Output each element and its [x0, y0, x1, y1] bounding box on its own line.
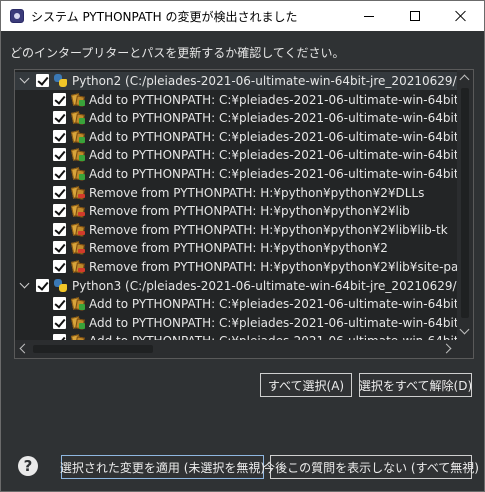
checkbox[interactable] [36, 278, 49, 292]
path-change-row[interactable]: Add to PYTHONPATH: C:¥pleiades-2021-06-u… [15, 109, 457, 127]
row-label: Python2 (C:/pleiades-2021-06-ultimate-wi… [72, 74, 457, 88]
row-label: Add to PYTHONPATH: C:¥pleiades-2021-06-u… [89, 167, 457, 181]
row-label: Python3 (C:/pleiades-2021-06-ultimate-wi… [72, 278, 457, 293]
library-add-icon [70, 167, 85, 181]
minimize-button[interactable] [346, 1, 392, 31]
library-add-icon [70, 92, 85, 107]
row-label: Remove from PYTHONPATH: H:¥python¥python… [89, 241, 388, 256]
row-label: Remove from PYTHONPATH: H:¥python¥python… [89, 260, 457, 274]
checkbox[interactable] [53, 260, 66, 273]
row-label: Add to PYTHONPATH: C:¥pleiades-2021-06-u… [89, 92, 457, 107]
checkbox[interactable] [36, 74, 49, 87]
chevron-down-icon[interactable] [19, 73, 30, 84]
library-remove-icon [70, 223, 85, 237]
vertical-scroll-thumb[interactable] [461, 88, 469, 318]
path-change-row[interactable]: Add to PYTHONPATH: C:¥pleiades-2021-06-u… [15, 146, 457, 164]
path-change-row[interactable]: Add to PYTHONPATH: C:¥pleiades-2021-06-u… [15, 332, 457, 340]
maximize-icon [410, 11, 420, 21]
checkbox[interactable] [53, 167, 66, 180]
row-label: Remove from PYTHONPATH: H:¥python¥python… [89, 185, 425, 200]
checkbox[interactable] [53, 185, 66, 199]
row-label: Add to PYTHONPATH: C:¥pleiades-2021-06-u… [89, 315, 457, 330]
row-label: Add to PYTHONPATH: C:¥pleiades-2021-06-u… [89, 148, 457, 163]
prompt-message: どのインタープリターとパスを更新するか確認してください。 [10, 46, 345, 60]
interpreter-row[interactable]: Python2 (C:/pleiades-2021-06-ultimate-wi… [15, 72, 457, 90]
library-add-icon [70, 130, 85, 144]
close-icon [455, 10, 467, 22]
dont-ask-again-button[interactable]: 今後この質問を表示しない (すべて無視) [263, 455, 479, 479]
path-change-row[interactable]: Remove from PYTHONPATH: H:¥python¥python… [15, 258, 457, 276]
horizontal-scroll-thumb[interactable] [33, 345, 153, 353]
library-remove-icon [70, 260, 85, 274]
library-remove-icon [70, 185, 85, 200]
interpreter-row[interactable]: Python3 (C:/pleiades-2021-06-ultimate-wi… [15, 277, 457, 295]
library-add-icon [70, 111, 85, 125]
maximize-button[interactable] [392, 1, 438, 31]
python-icon [54, 278, 68, 293]
library-add-icon [70, 297, 85, 311]
python-icon [54, 74, 68, 88]
apply-selected-button[interactable]: 選択された変更を適用 (未選択を無視) [60, 455, 265, 479]
dialog-window: システム PYTHONPATH の変更が検出されました どのインタープリターとパ… [0, 0, 485, 492]
checkbox[interactable] [53, 148, 66, 162]
help-icon[interactable]: ? [18, 456, 38, 476]
scroll-up-icon[interactable] [459, 74, 470, 85]
library-add-icon [70, 316, 85, 330]
deselect-all-button[interactable]: 選択をすべて解除(D) [359, 373, 472, 397]
checkbox[interactable] [53, 92, 66, 106]
checkbox[interactable] [53, 111, 66, 125]
row-label: Remove from PYTHONPATH: H:¥python¥python… [89, 222, 448, 237]
checkbox[interactable] [53, 315, 66, 329]
vertical-scrollbar[interactable] [457, 70, 473, 340]
eclipse-app-icon [10, 9, 24, 23]
horizontal-scrollbar[interactable] [15, 340, 457, 358]
row-label: Remove from PYTHONPATH: H:¥python¥python… [89, 204, 410, 219]
checkbox[interactable] [53, 241, 66, 255]
minimize-icon [364, 15, 374, 17]
path-change-row[interactable]: Remove from PYTHONPATH: H:¥python¥python… [15, 239, 457, 257]
path-change-row[interactable]: Add to PYTHONPATH: C:¥pleiades-2021-06-u… [15, 165, 457, 183]
scroll-down-icon[interactable] [459, 324, 470, 335]
select-all-button[interactable]: すべて選択(A) [260, 373, 352, 397]
checkbox[interactable] [53, 129, 66, 143]
path-change-row[interactable]: Remove from PYTHONPATH: H:¥python¥python… [15, 202, 457, 220]
checkbox[interactable] [53, 297, 66, 311]
row-label: Add to PYTHONPATH: C:¥pleiades-2021-06-u… [89, 129, 457, 144]
window-title: システム PYTHONPATH の変更が検出されました [31, 10, 298, 24]
path-changes-tree[interactable]: Python2 (C:/pleiades-2021-06-ultimate-wi… [14, 69, 474, 359]
scroll-right-icon[interactable] [441, 343, 452, 354]
row-label: Add to PYTHONPATH: C:¥pleiades-2021-06-u… [89, 111, 457, 126]
path-change-row[interactable]: Add to PYTHONPATH: C:¥pleiades-2021-06-u… [15, 128, 457, 146]
library-remove-icon [70, 241, 85, 256]
close-button[interactable] [438, 1, 484, 31]
path-change-row[interactable]: Add to PYTHONPATH: C:¥pleiades-2021-06-u… [15, 295, 457, 313]
library-add-icon [70, 148, 85, 163]
row-label: Add to PYTHONPATH: C:¥pleiades-2021-06-u… [89, 297, 457, 312]
scroll-left-icon[interactable] [19, 343, 30, 354]
title-bar: システム PYTHONPATH の変更が検出されました [1, 1, 484, 31]
tree-viewport: Python2 (C:/pleiades-2021-06-ultimate-wi… [15, 70, 457, 340]
checkbox[interactable] [53, 204, 66, 218]
chevron-down-icon[interactable] [19, 278, 30, 289]
checkbox[interactable] [53, 222, 66, 236]
path-change-row[interactable]: Remove from PYTHONPATH: H:¥python¥python… [15, 184, 457, 202]
path-change-row[interactable]: Add to PYTHONPATH: C:¥pleiades-2021-06-u… [15, 91, 457, 109]
path-change-row[interactable]: Remove from PYTHONPATH: H:¥python¥python… [15, 221, 457, 239]
scrollbar-corner [457, 340, 473, 358]
path-change-row[interactable]: Add to PYTHONPATH: C:¥pleiades-2021-06-u… [15, 314, 457, 332]
library-remove-icon [70, 204, 85, 218]
